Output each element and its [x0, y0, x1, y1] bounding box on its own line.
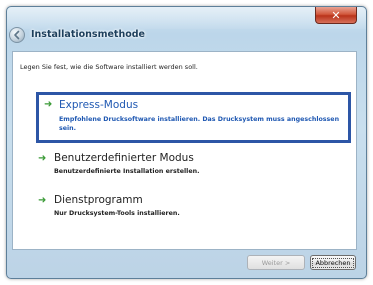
- option-description: Empfohlene Drucksoftware installieren. D…: [59, 116, 340, 132]
- green-arrow-icon: ➜: [38, 195, 47, 206]
- close-icon: ✕: [331, 8, 341, 22]
- back-arrow-icon: [14, 30, 20, 40]
- option-description: Nur Drucksystem-Tools installieren.: [54, 210, 180, 217]
- option-title: Dienstprogramm: [54, 194, 143, 206]
- option-express-mode[interactable]: ➜ Express-Modus Empfohlene Drucksoftware…: [36, 92, 351, 143]
- option-custom-mode[interactable]: ➜ Benutzerdefinierter Modus Benutzerdefi…: [38, 152, 343, 182]
- cancel-button[interactable]: Abbrechen: [310, 255, 356, 270]
- option-utility[interactable]: ➜ Dienstprogramm Nur Drucksystem-Tools i…: [38, 194, 343, 224]
- next-button-label: Weiter >: [261, 258, 291, 267]
- back-button[interactable]: [9, 27, 25, 43]
- option-title: Benutzerdefinierter Modus: [54, 152, 194, 164]
- next-button[interactable]: Weiter >: [247, 255, 305, 270]
- close-button[interactable]: ✕: [315, 7, 357, 24]
- green-arrow-icon: ➜: [38, 153, 47, 164]
- title-bar: [7, 7, 366, 29]
- cancel-button-label: Abbrechen: [312, 257, 354, 268]
- dialog-title: Installationsmethode: [31, 29, 145, 40]
- option-description: Benutzerdefinierte Installation erstelle…: [54, 168, 200, 175]
- green-arrow-icon: ➜: [44, 99, 53, 110]
- content-panel: Legen Sie fest, wie die Software install…: [12, 51, 357, 250]
- option-title: Express-Modus: [59, 99, 139, 111]
- instruction-text: Legen Sie fest, wie die Software install…: [20, 63, 198, 71]
